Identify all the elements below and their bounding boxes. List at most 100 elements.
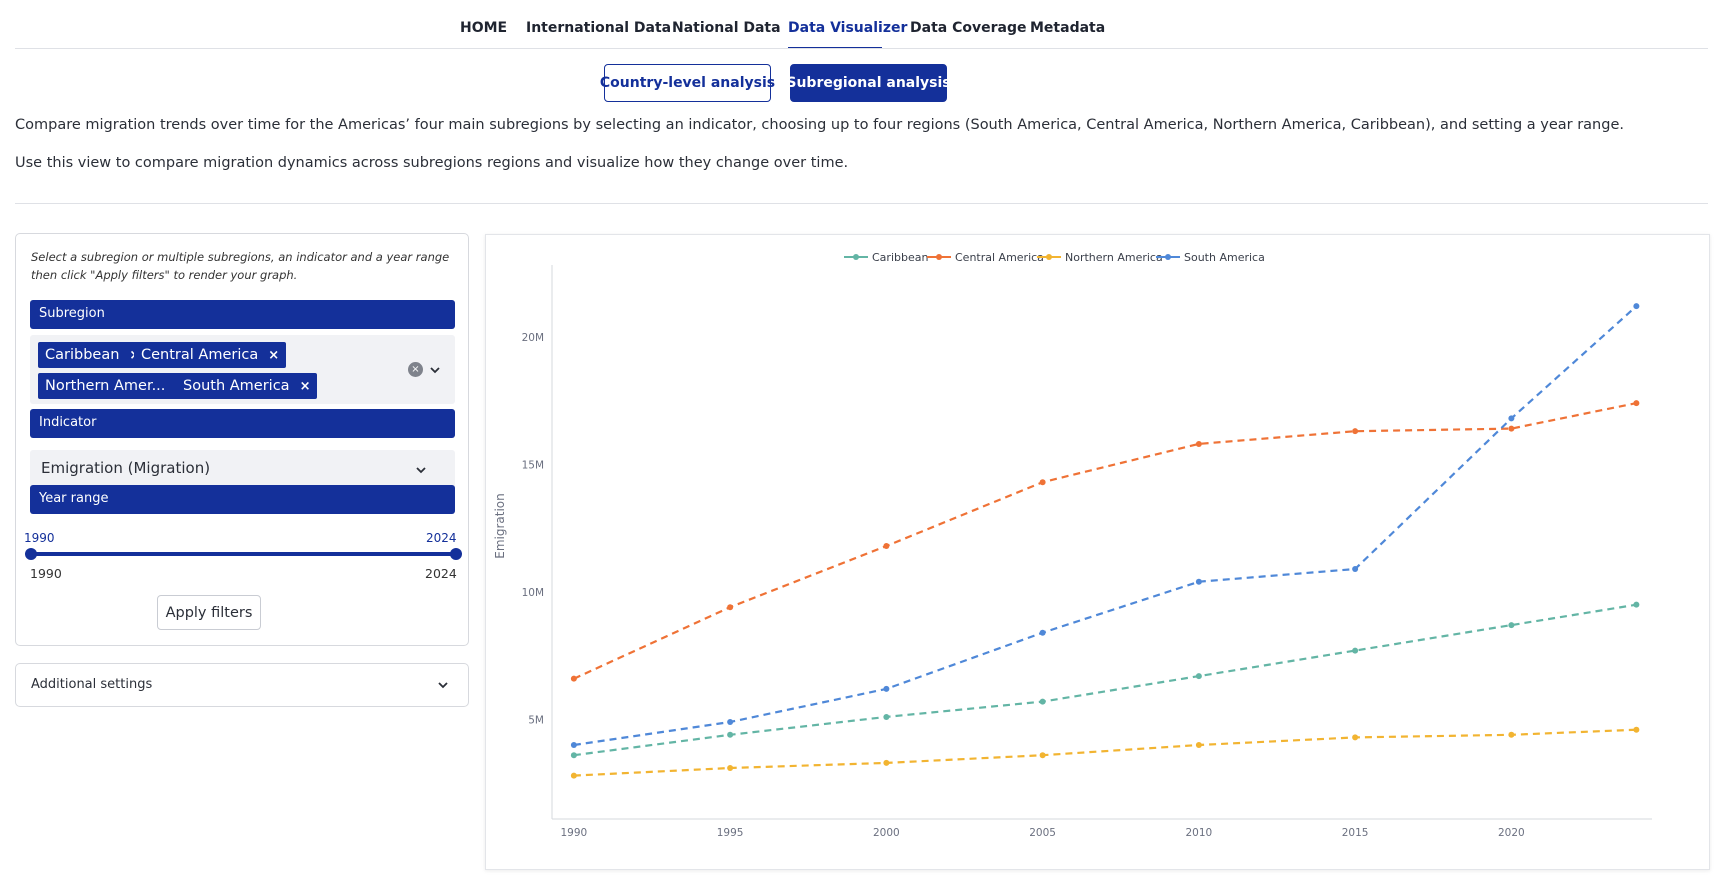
section-divider xyxy=(15,203,1708,204)
series-line-caribbean xyxy=(573,603,1637,757)
data-point-central-america xyxy=(1633,400,1640,407)
slider-max-label: 2024 xyxy=(425,566,457,581)
legend-swatch-marker xyxy=(1046,254,1052,260)
chip-label: South America xyxy=(183,378,290,394)
subregion-chip-northern-america: Northern Amer... × xyxy=(38,373,194,399)
data-point-caribbean xyxy=(1633,601,1640,608)
legend-swatch-marker xyxy=(1165,254,1171,260)
legend-item-central-america: Central America xyxy=(955,251,1044,264)
legend-item-caribbean: Caribbean xyxy=(872,251,928,264)
data-point-south-america xyxy=(1633,303,1640,310)
data-point-south-america xyxy=(1508,415,1515,422)
data-point-caribbean xyxy=(883,713,890,720)
data-point-central-america xyxy=(570,675,577,682)
indicator-header: Indicator xyxy=(30,409,455,438)
data-point-northern-america xyxy=(1039,752,1046,759)
data-point-northern-america xyxy=(570,772,577,779)
legend-swatch-marker xyxy=(853,254,859,260)
data-point-central-america xyxy=(1039,479,1046,486)
nav-data-visualizer[interactable]: Data Visualizer xyxy=(788,20,907,36)
nav-home[interactable]: HOME xyxy=(460,20,507,36)
year-range-header: Year range xyxy=(30,485,455,514)
clear-all-icon[interactable]: × xyxy=(408,362,423,377)
indicator-value: Emigration (Migration) xyxy=(41,459,211,477)
x-tick-label: 1990 xyxy=(561,827,588,839)
data-point-caribbean xyxy=(1508,622,1515,629)
x-tick-label: 2020 xyxy=(1498,827,1525,839)
chevron-down-icon xyxy=(438,682,448,689)
filter-panel: Select a subregion or multiple subregion… xyxy=(15,233,469,646)
data-point-central-america xyxy=(883,543,890,549)
data-point-central-america xyxy=(1195,440,1202,447)
legend-item-south-america: South America xyxy=(1184,251,1265,264)
data-point-northern-america xyxy=(727,764,734,771)
series-line-south-america xyxy=(573,305,1638,747)
emigration-line-chart: 5M 10M 15M 20M 1990 1995 2000 2005 2010 2015 2020 E… xyxy=(493,251,1652,839)
subregional-analysis-button[interactable]: Subregional analysis xyxy=(786,64,951,102)
chart-card: 5M 10M 15M 20M 1990 1995 2000 2005 2010 2015 2020 E… xyxy=(485,234,1710,870)
slider-max-value: 2024 xyxy=(426,531,457,545)
data-point-northern-america xyxy=(1508,731,1515,738)
filter-hint: Select a subregion or multiple subregion… xyxy=(31,250,450,282)
apply-filters-button[interactable]: Apply filters xyxy=(157,595,261,630)
indicator-select[interactable]: Emigration (Migration) xyxy=(30,450,455,489)
data-point-south-america xyxy=(1352,565,1359,572)
x-tick-label: 2000 xyxy=(873,827,900,839)
data-point-south-america xyxy=(883,685,890,692)
y-tick-label: 5M xyxy=(528,714,544,726)
top-navigation: HOME International Data National Data Da… xyxy=(0,0,1734,49)
x-tick-label: 2015 xyxy=(1342,827,1369,839)
chip-label: Caribbean xyxy=(45,347,120,363)
nav-international-data[interactable]: International Data xyxy=(526,20,671,36)
year-range-slider[interactable] xyxy=(31,552,456,556)
data-point-central-america xyxy=(727,604,734,611)
subregion-chip-central-america: Central America × xyxy=(134,342,287,368)
series-line-northern-america xyxy=(573,728,1637,777)
nav-divider xyxy=(15,48,1708,49)
x-tick-label: 2005 xyxy=(1029,827,1056,839)
y-tick-label: 20M xyxy=(522,332,544,344)
chevron-down-icon xyxy=(416,467,426,474)
legend-swatch-marker xyxy=(936,254,942,260)
data-point-northern-america xyxy=(1633,726,1640,733)
subregion-chip-caribbean: Caribbean × xyxy=(38,342,148,368)
slider-max-handle[interactable] xyxy=(450,548,462,560)
chip-remove-icon[interactable]: × xyxy=(268,348,279,363)
nav-metadata[interactable]: Metadata xyxy=(1030,20,1105,36)
additional-settings-accordion[interactable]: Additional settings xyxy=(15,663,469,707)
data-point-northern-america xyxy=(1352,734,1359,741)
data-point-central-america xyxy=(1352,428,1359,435)
x-tick-label: 1995 xyxy=(717,827,744,839)
subregion-multiselect[interactable]: Caribbean × Central America × Northern A… xyxy=(30,335,455,404)
data-point-central-america xyxy=(1508,425,1515,432)
legend-item-northern-america: Northern America xyxy=(1065,251,1163,264)
intro-paragraph-1: Compare migration trends over time for t… xyxy=(15,117,1624,133)
series-line-central-america xyxy=(573,402,1637,680)
data-point-caribbean xyxy=(570,752,577,759)
x-tick-label: 2010 xyxy=(1186,827,1213,839)
data-point-south-america xyxy=(570,742,577,749)
data-point-south-america xyxy=(1195,578,1202,585)
subregion-header: Subregion xyxy=(30,300,455,329)
slider-min-label: 1990 xyxy=(30,566,62,581)
subregion-chip-south-america: South America × xyxy=(176,373,318,399)
chevron-down-icon[interactable] xyxy=(428,363,442,377)
country-level-analysis-button[interactable]: Country-level analysis xyxy=(600,64,775,102)
y-tick-label: 10M xyxy=(522,587,544,599)
chip-label: Northern Amer... xyxy=(45,378,166,394)
slider-min-handle[interactable] xyxy=(25,548,37,560)
chip-label: Central America xyxy=(141,347,259,363)
slider-min-value: 1990 xyxy=(24,531,55,545)
data-point-caribbean xyxy=(727,731,734,738)
additional-settings-label: Additional settings xyxy=(31,677,153,692)
data-point-south-america xyxy=(1039,629,1046,636)
intro-paragraph-2: Use this view to compare migration dynam… xyxy=(15,155,849,171)
data-point-caribbean xyxy=(1195,673,1202,680)
nav-national-data[interactable]: National Data xyxy=(672,20,781,36)
data-point-northern-america xyxy=(1195,742,1202,749)
y-axis-label: Emigration xyxy=(493,493,507,559)
nav-data-coverage[interactable]: Data Coverage xyxy=(910,20,1026,36)
y-tick-label: 15M xyxy=(522,459,544,471)
chip-remove-icon[interactable]: × xyxy=(300,379,311,394)
data-point-caribbean xyxy=(1039,698,1046,705)
